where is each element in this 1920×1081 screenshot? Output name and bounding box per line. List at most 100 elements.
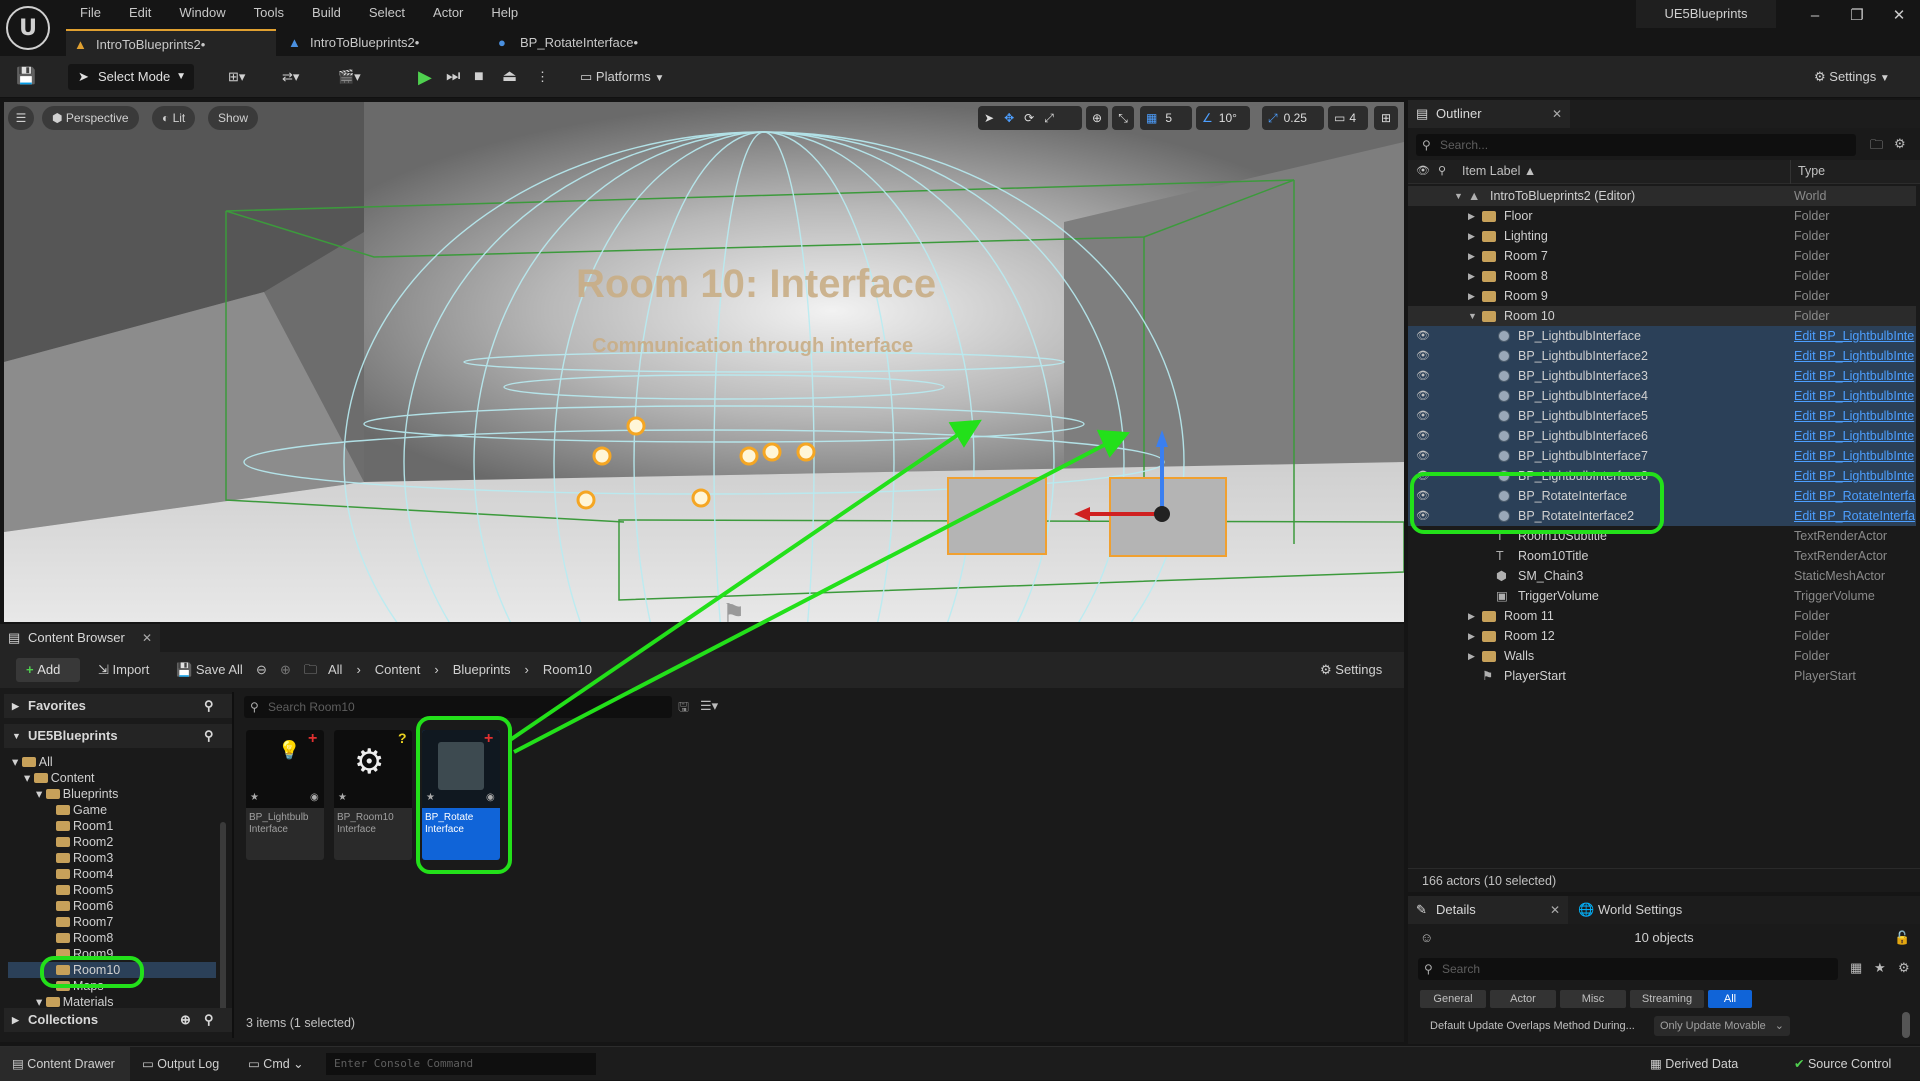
filter-misc[interactable]: Misc [1560,990,1626,1008]
perspective-button[interactable]: ⬢ Perspective [42,106,139,130]
table-view-icon[interactable]: ▦ [1850,960,1862,976]
surface-snap-icon[interactable]: ⤡ [1112,106,1134,130]
tree-materials[interactable]: ▾ Materials [36,994,113,1010]
chevron-right-icon[interactable]: ▶ [1468,606,1475,626]
chevron-right-icon[interactable]: ▶ [1468,626,1475,646]
breadcrumb-blueprints[interactable]: Blueprints [453,658,511,682]
close-icon[interactable]: ✕ [1550,896,1560,924]
chevron-right-icon[interactable]: ▶ [1468,226,1475,246]
visibility-icon[interactable]: 👁 [1416,406,1430,426]
breadcrumb-room10[interactable]: Room10 [543,658,592,682]
scale-snap[interactable]: ⤢ 0.25 [1262,106,1324,130]
viewport-menu-icon[interactable]: ☰ [8,106,34,130]
menu-window[interactable]: Window [165,3,239,23]
details-search-input[interactable]: ⚲ Search [1418,958,1838,980]
outliner-row[interactable]: ▶ Room 9 Folder [1408,286,1916,306]
world-settings-tab[interactable]: 🌐 World Settings [1572,896,1682,924]
breadcrumb-all[interactable]: All [328,658,342,682]
outliner-row-type[interactable]: Edit BP_LightbulbInte [1794,366,1914,386]
add-folder-icon[interactable]: 🗀 [1870,136,1883,158]
chevron-right-icon[interactable]: ▶ [1468,206,1475,226]
content-drawer-button[interactable]: ▤ Content Drawer [0,1047,130,1081]
outliner-row-type[interactable]: Edit BP_LightbulbInte [1794,346,1914,366]
chevron-down-icon[interactable]: ▼ [1454,186,1463,206]
scale-tool-icon[interactable]: ⤢ [1044,111,1054,126]
gear-icon[interactable]: ⚙ [1894,136,1906,152]
console-input[interactable]: Enter Console Command [326,1053,596,1075]
menu-file[interactable]: File [66,3,115,23]
forward-icon[interactable]: ⊕ [280,658,291,682]
chevron-right-icon[interactable]: ▶ [1468,286,1475,306]
content-browser-tab[interactable]: ▤ Content Browser ✕ [0,624,160,652]
chevron-right-icon[interactable]: ▶ [1468,246,1475,266]
asset-search-input[interactable]: ⚲ Search Room10 [244,696,672,718]
world-local-icon[interactable]: ⊕ [1086,106,1108,130]
tab-level-active[interactable]: ▲ IntroToBlueprints2• [66,29,276,56]
outliner-row[interactable]: 👁 BP_LightbulbInterface5 Edit BP_Lightbulb… [1408,406,1916,426]
update-overlaps-dropdown[interactable]: Only Update Movable ⌄ [1654,1016,1790,1036]
lit-button[interactable]: ◐ Lit [152,106,196,130]
grid-snap[interactable]: ▦ 5 [1140,106,1192,130]
cb-settings-button[interactable]: ⚙ Settings [1320,658,1382,682]
eject-icon[interactable]: ⏏ [502,64,517,90]
visibility-icon[interactable]: 👁 [1416,386,1430,406]
angle-snap[interactable]: ∠ 10° [1196,106,1250,130]
outliner-row[interactable]: ⬢ SM_Chain3 StaticMeshActor [1408,566,1916,586]
star-icon[interactable]: ★ [1874,960,1886,976]
outliner-row[interactable]: ▶ Room 12 Folder [1408,626,1916,646]
outliner-row[interactable]: ▶ Walls Folder [1408,646,1916,666]
outliner-row-type[interactable]: Edit BP_LightbulbInte [1794,426,1914,446]
filter-streaming[interactable]: Streaming [1630,990,1704,1008]
details-scrollbar[interactable] [1902,1012,1910,1038]
tree-room8[interactable]: Room8 [56,930,113,946]
item-label-column[interactable]: Item Label ▲ [1462,164,1536,178]
save-all-button[interactable]: 💾 Save All [176,658,243,682]
menu-tools[interactable]: Tools [240,3,298,23]
search-icon[interactable]: ⚲ [204,694,214,718]
filter-actor[interactable]: Actor [1490,990,1556,1008]
chevron-right-icon[interactable]: ▶ [1468,266,1475,286]
tree-content[interactable]: ▾ Content [24,770,95,786]
menu-actor[interactable]: Actor [419,3,477,23]
add-button[interactable]: + Add [16,658,80,682]
tree-room4[interactable]: Room4 [56,866,113,882]
play-icon[interactable]: ▶ [418,64,432,90]
filter-all[interactable]: All [1708,990,1752,1008]
favorites-section[interactable]: ▶ Favorites ⚲ [4,694,232,718]
tree-game[interactable]: Game [56,802,107,818]
pin-icon[interactable]: ⚲ [1438,164,1446,177]
menu-build[interactable]: Build [298,3,355,23]
show-button[interactable]: Show [208,106,259,130]
menu-help[interactable]: Help [477,3,532,23]
settings-dropdown[interactable]: ⚙ Settings ▼ [1814,64,1890,90]
outliner-row-type[interactable]: Edit BP_LightbulbInte [1794,466,1914,486]
outliner-row[interactable]: ▶ Room 7 Folder [1408,246,1916,266]
visibility-icon[interactable]: 👁 [1416,366,1430,386]
maximize-viewport-icon[interactable]: ⊞ [1374,106,1398,130]
restore-icon[interactable]: ❐ [1834,0,1880,32]
select-mode-dropdown[interactable]: ➤ Select Mode ▼ [68,64,194,90]
rotate-tool-icon[interactable]: ⟳ [1024,111,1034,125]
outliner-row-type[interactable]: Edit BP_LightbulbInte [1794,446,1914,466]
asset-tile-lightbulb[interactable]: 💡 + ★ ◉ BP_Lightbulb Interface [246,730,324,860]
tree-room6[interactable]: Room6 [56,898,113,914]
cinematics-icon[interactable]: 🎬▾ [338,64,361,90]
tree-room7[interactable]: Room7 [56,914,113,930]
outliner-row[interactable]: 👁 BP_LightbulbInterface2 Edit BP_Lightbulb… [1408,346,1916,366]
project-section[interactable]: ▼ UE5Blueprints ⚲ [4,724,232,748]
outliner-row[interactable]: 👁 BP_LightbulbInterface3 Edit BP_Lightbulb… [1408,366,1916,386]
visibility-icon[interactable]: 👁 [1416,426,1430,446]
outliner-row[interactable]: 👁 BP_LightbulbInterface4 Edit BP_Lightbulb… [1408,386,1916,406]
outliner-row[interactable]: ▶ Lighting Folder [1408,226,1916,246]
chevron-right-icon[interactable]: ▶ [1468,646,1475,666]
play-options-icon[interactable]: ⋮ [536,64,549,90]
breadcrumb-content[interactable]: Content [375,658,421,682]
select-tool-icon[interactable]: ➤ [984,111,994,125]
outliner-row-type[interactable]: Edit BP_RotateInterfa [1794,486,1915,506]
import-button[interactable]: ⇲ Import [98,658,149,682]
move-tool-icon[interactable]: ✥ [1004,111,1014,125]
visibility-icon[interactable]: 👁 [1416,326,1430,346]
outliner-row[interactable]: ⚑ PlayerStart PlayerStart [1408,666,1916,686]
outliner-row[interactable]: ▶ Room 8 Folder [1408,266,1916,286]
outliner-row-type[interactable]: Edit BP_RotateInterfa [1794,506,1915,526]
